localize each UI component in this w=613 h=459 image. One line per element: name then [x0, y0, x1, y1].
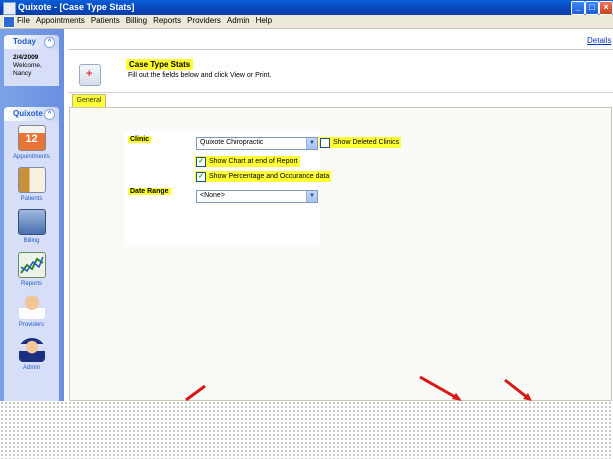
annotation-arrows: [185, 375, 532, 402]
red-arrow-icon: [504, 378, 532, 401]
red-arrow-icon: [185, 384, 206, 402]
red-arrow-icon: [419, 375, 462, 401]
